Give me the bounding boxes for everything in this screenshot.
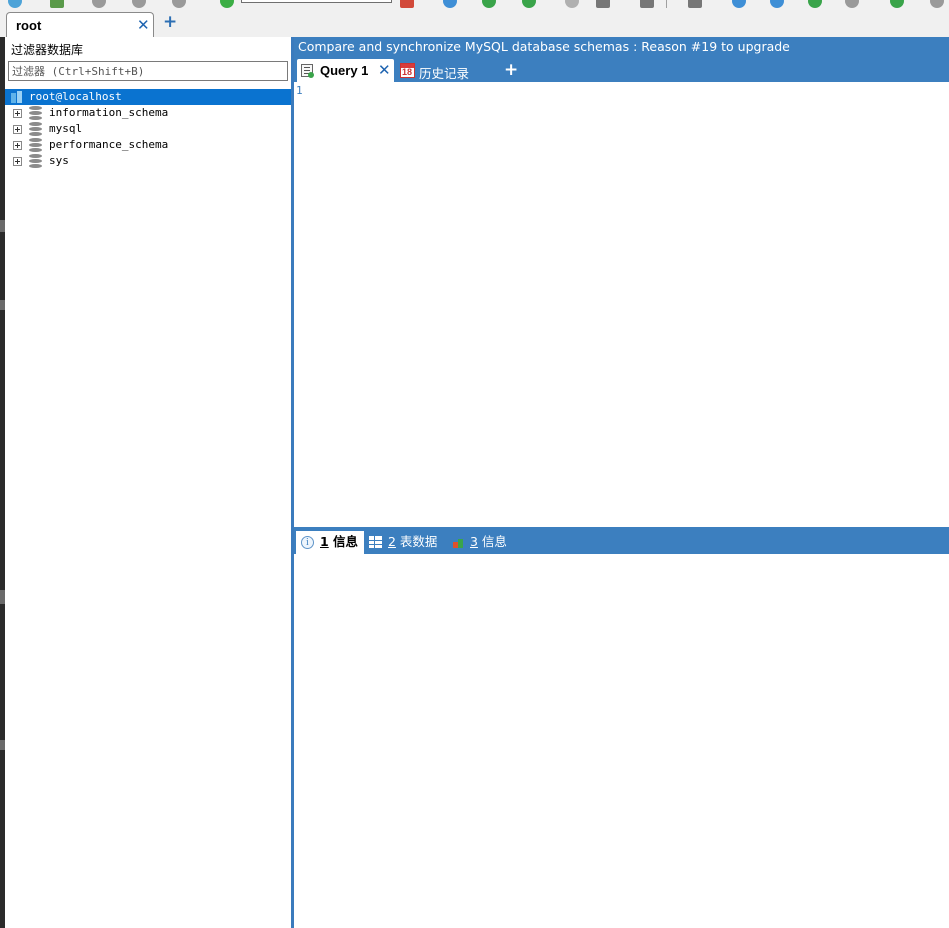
toolbar-tool-icon[interactable] (172, 0, 186, 8)
toolbar-tool-icon[interactable] (808, 0, 822, 8)
calendar-icon: 18 (400, 63, 415, 78)
tab-table-data[interactable]: 2 表数据 (368, 531, 444, 554)
tab-query-label: Query 1 (320, 63, 369, 78)
info-icon (301, 532, 314, 554)
expand-icon[interactable] (13, 109, 22, 118)
tree-item-host[interactable]: root@localhost (5, 89, 291, 105)
tab-result-label: 2 表数据 (388, 534, 438, 549)
toolbar-tool-icon[interactable] (640, 0, 654, 8)
toolbar-tool-icon[interactable] (92, 0, 106, 8)
toolbar-table-icon[interactable] (50, 0, 64, 8)
toolbar-tool-icon[interactable] (596, 0, 610, 8)
database-icon (29, 106, 42, 120)
tab-query-1[interactable]: Query 1 ✕ (297, 59, 394, 82)
database-filter-input[interactable] (8, 61, 288, 81)
expand-icon[interactable] (13, 157, 22, 166)
editor-tab-bar: Query 1 ✕ 18 历史记录 (294, 57, 949, 82)
tab-history[interactable]: 18 历史记录 (398, 59, 488, 82)
database-label: mysql (49, 122, 83, 135)
toolbar-tool-icon[interactable] (482, 0, 496, 8)
schema-tree: root@localhost information_schema mysql … (5, 89, 291, 169)
toolbar-tool-icon[interactable] (688, 0, 702, 8)
info-colored-icon (453, 539, 464, 548)
server-icon (11, 91, 23, 103)
database-icon (29, 122, 42, 136)
toolbar-tool-icon[interactable] (732, 0, 746, 8)
host-label: root@localhost (29, 90, 122, 103)
expand-icon[interactable] (13, 141, 22, 150)
line-number: 1 (296, 84, 303, 97)
database-label: sys (49, 154, 69, 167)
close-icon[interactable]: ✕ (137, 16, 150, 34)
toolbar-database-select[interactable] (241, 0, 392, 3)
toolbar-tool-icon[interactable] (890, 0, 904, 8)
toolbar-tool-icon[interactable] (522, 0, 536, 8)
toolbar-tool-icon[interactable] (845, 0, 859, 8)
filter-label: 过滤器数据库 (11, 43, 84, 57)
object-browser: 过滤器数据库 root@localhost information_schema… (5, 37, 294, 928)
upgrade-banner[interactable]: Compare and synchronize MySQL database s… (294, 37, 949, 57)
toolbar-tool-icon[interactable] (400, 0, 414, 8)
query-editor-icon (301, 64, 314, 78)
result-panel (294, 554, 949, 928)
database-icon (29, 138, 42, 152)
connection-tab-root[interactable]: root ✕ (6, 12, 154, 37)
toolbar-tool-icon[interactable] (132, 0, 146, 8)
tab-result-label: 1 信息 (320, 534, 359, 549)
tree-item-database[interactable]: information_schema (5, 105, 291, 121)
toolbar-separator (666, 0, 667, 8)
toolbar-execute-icon[interactable] (220, 0, 234, 8)
expand-icon[interactable] (13, 125, 22, 134)
toolbar-tool-icon[interactable] (930, 0, 944, 8)
tab-result-info[interactable]: 1 信息 (296, 531, 364, 554)
tab-history-label: 历史记录 (419, 66, 470, 81)
table-icon (369, 536, 382, 548)
add-query-tab-icon[interactable]: + (504, 57, 518, 83)
result-tab-bar: 1 信息 2 表数据 3 信息 (294, 527, 949, 554)
connection-tab-bar: root ✕ (0, 10, 949, 37)
sql-editor[interactable]: 1 (294, 82, 949, 527)
tree-item-database[interactable]: performance_schema (5, 137, 291, 153)
tree-item-database[interactable]: sys (5, 153, 291, 169)
query-workspace: Compare and synchronize MySQL database s… (294, 37, 949, 928)
tree-item-database[interactable]: mysql (5, 121, 291, 137)
database-icon (29, 154, 42, 168)
toolbar-connect-icon[interactable] (8, 0, 22, 8)
close-icon[interactable]: ✕ (378, 61, 391, 79)
connection-tab-label: root (16, 18, 42, 33)
main-toolbar (0, 0, 949, 10)
database-label: performance_schema (49, 138, 169, 151)
tab-result-label: 3 信息 (470, 534, 507, 549)
database-label: information_schema (49, 106, 169, 119)
tab-result-info-2[interactable]: 3 信息 (450, 531, 510, 554)
toolbar-tool-icon[interactable] (565, 0, 579, 8)
toolbar-tool-icon[interactable] (770, 0, 784, 8)
add-connection-tab-icon[interactable]: + (163, 12, 177, 32)
toolbar-tool-icon[interactable] (443, 0, 457, 8)
